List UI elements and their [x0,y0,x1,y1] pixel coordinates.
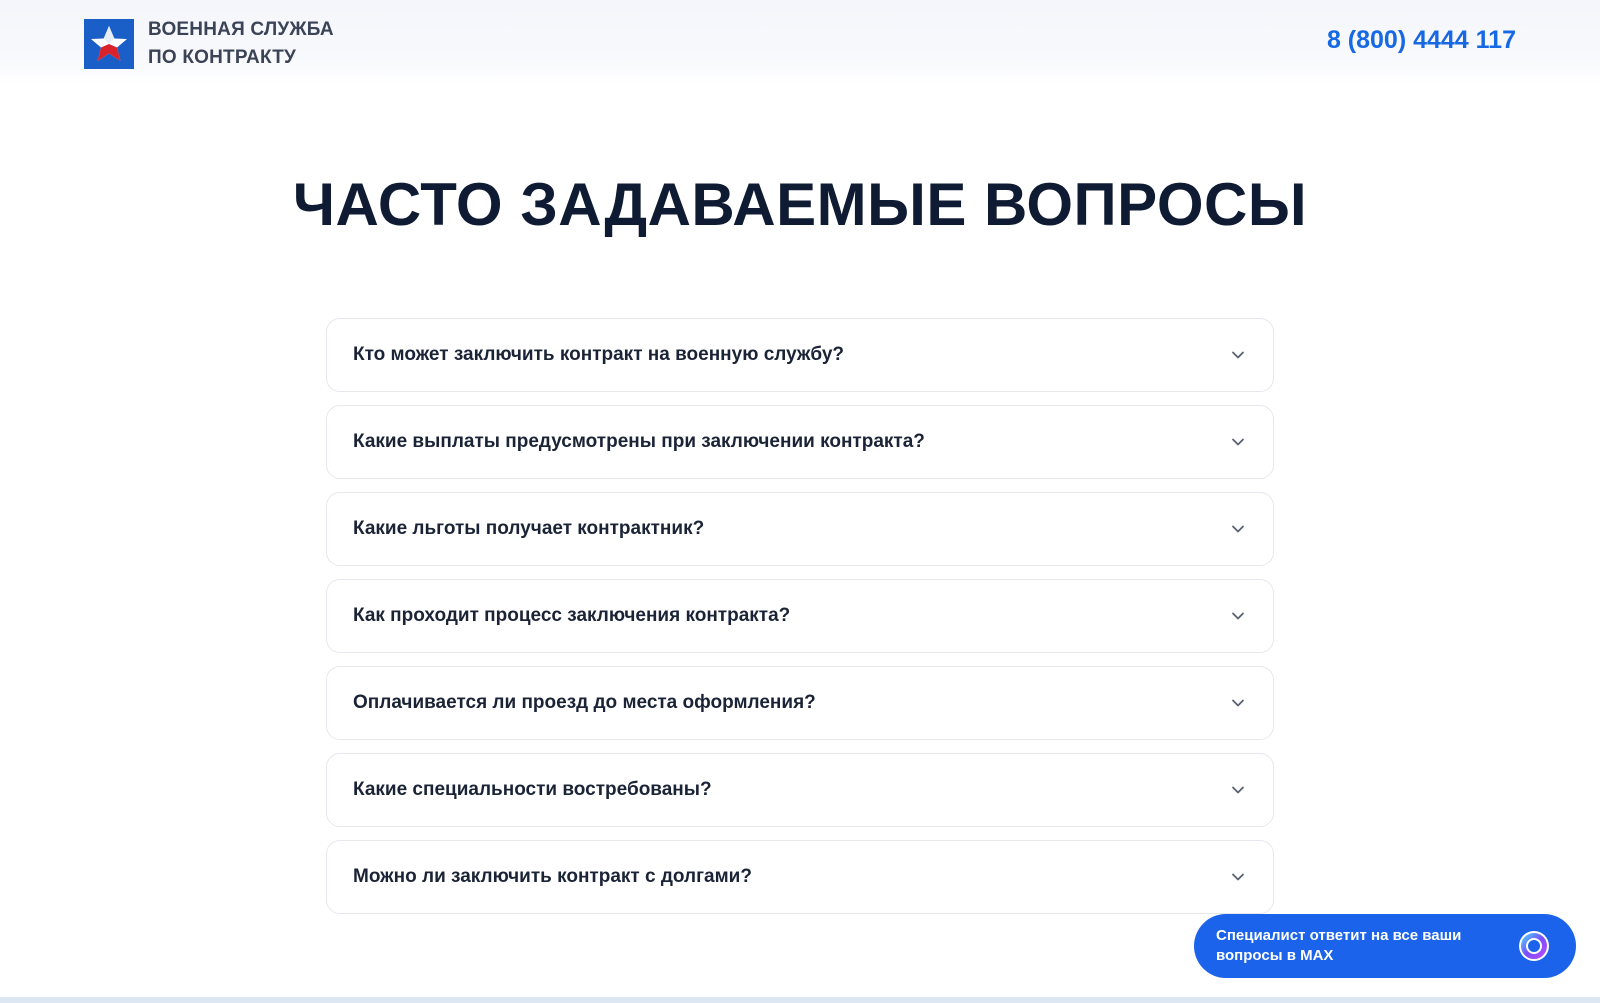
chevron-down-icon [1232,873,1244,881]
chevron-down-icon [1232,612,1244,620]
chat-text-line-1: Специалист ответит на все ваши [1216,927,1462,944]
logo-line-1: ВОЕННАЯ СЛУЖБА [148,19,334,40]
section-divider [0,997,1600,1003]
faq-question: Какие льготы получает контрактник? [353,518,705,539]
page-title: ЧАСТО ЗАДАВАЕМЫЕ ВОПРОСЫ [292,171,1308,238]
faq-question: Оплачивается ли проезд до места оформлен… [353,692,816,713]
faq-item[interactable]: Кто может заключить контракт на военную … [326,318,1274,392]
logo-line-2: ПО КОНТРАКТУ [148,47,297,68]
faq-item[interactable]: Какие специальности востребованы? [326,753,1274,827]
faq-question: Какие специальности востребованы? [353,779,712,800]
faq-question: Можно ли заключить контракт с долгами? [353,866,752,887]
faq-item[interactable]: Можно ли заключить контракт с долгами? [326,840,1274,914]
chevron-down-icon [1232,525,1244,533]
faq-item[interactable]: Какие выплаты предусмотрены при заключен… [326,405,1274,479]
site-header: ВОЕННАЯ СЛУЖБА ПО КОНТРАКТУ 8 (800) 4444… [0,0,1600,84]
max-messenger-icon [1514,926,1554,966]
faq-item[interactable]: Как проходит процесс заключения контракт… [326,579,1274,653]
faq-list: Кто может заключить контракт на военную … [326,318,1274,927]
chevron-down-icon [1232,699,1244,707]
faq-question: Какие выплаты предусмотрены при заключен… [353,431,925,452]
phone-link[interactable]: 8 (800) 4444 117 [1327,26,1516,55]
chevron-down-icon [1232,438,1244,446]
site-logo[interactable]: ВОЕННАЯ СЛУЖБА ПО КОНТРАКТУ [84,16,334,72]
logo-text: ВОЕННАЯ СЛУЖБА ПО КОНТРАКТУ [148,16,334,72]
faq-item[interactable]: Оплачивается ли проезд до места оформлен… [326,666,1274,740]
chat-text: Специалист ответит на все ваши вопросы в… [1216,926,1496,966]
faq-question: Кто может заключить контракт на военную … [353,344,845,365]
chevron-down-icon [1232,786,1244,794]
star-emblem-icon [84,19,134,69]
chat-text-line-2: вопросы в MAX [1216,947,1334,964]
chat-max-button[interactable]: Специалист ответит на все ваши вопросы в… [1194,914,1576,978]
faq-item[interactable]: Какие льготы получает контрактник? [326,492,1274,566]
chevron-down-icon [1232,351,1244,359]
faq-question: Как проходит процесс заключения контракт… [353,605,791,626]
